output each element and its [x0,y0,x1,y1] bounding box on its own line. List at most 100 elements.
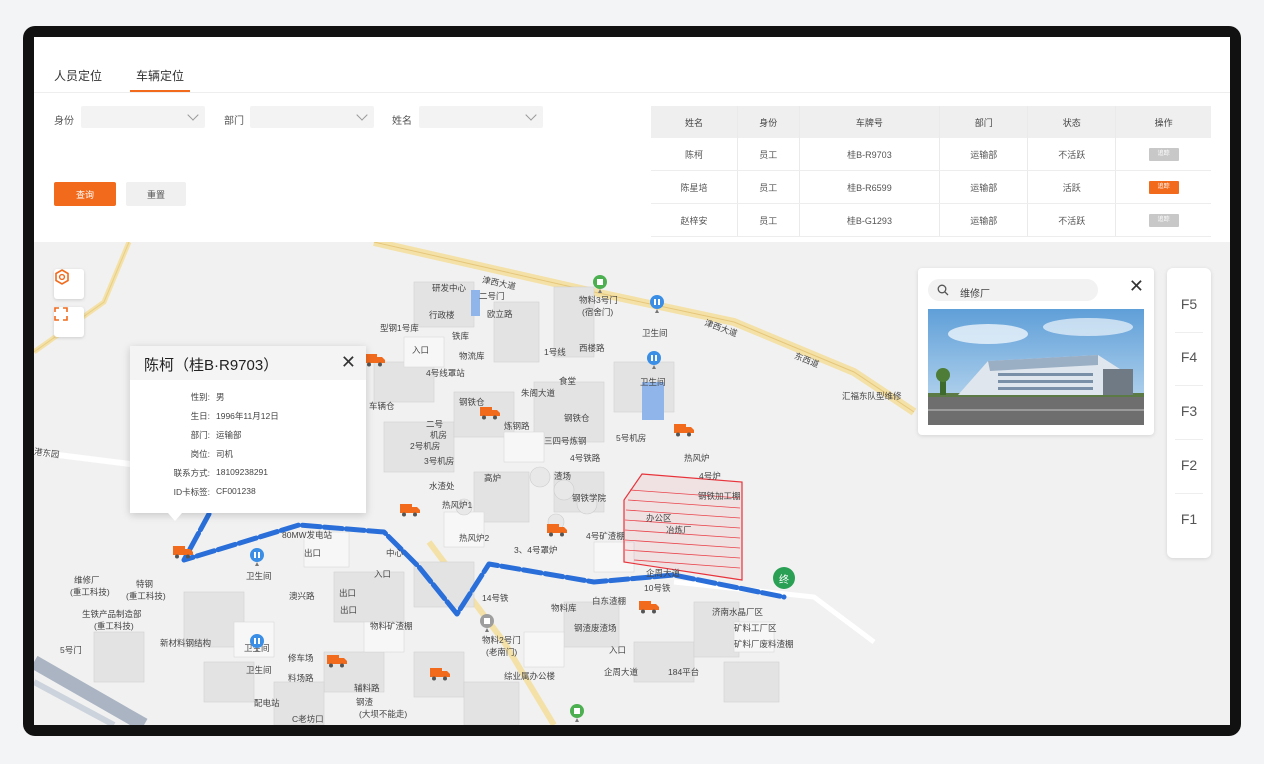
truck-icon[interactable] [400,502,420,517]
map-label: (大坝不能走) [359,709,408,719]
tab-bar: 人员定位 车辆定位 [34,37,1230,93]
map-label: 184平台 [668,667,700,677]
name-select[interactable] [419,106,543,128]
floor-divider [1175,332,1203,333]
map-label: 热风炉 [684,453,710,463]
floor-button-f2[interactable]: F2 [1167,457,1211,473]
map-label: 入口 [412,345,430,355]
truck-icon[interactable] [173,544,193,559]
map-label: 卫生间 [640,377,666,387]
map-label: (重工科技) [126,591,166,601]
map-label: 行政楼 [429,310,455,320]
gate-pin-icon[interactable] [592,275,608,293]
cell-name: 赵梓安 [651,203,738,237]
map-label: 钢铁学院 [572,493,607,503]
floor-button-f1[interactable]: F1 [1167,511,1211,527]
field-label: 岗位: [190,449,210,459]
location-search-input[interactable]: 维修厂 [928,279,1098,301]
floor-button-f5[interactable]: F5 [1167,296,1211,312]
map-label: 钢铁加工棚 [698,491,741,501]
track-button[interactable]: 追踪 [1148,181,1179,194]
truck-icon[interactable] [327,653,347,668]
chevron-down-icon [356,109,368,121]
column-header-department: 部门 [939,106,1029,138]
map-label: 矿料厂废料渣棚 [734,639,794,649]
map-label: 企周大道 [604,667,639,677]
restroom-pin-icon[interactable] [646,351,662,369]
cell-action: 追踪 [1115,203,1211,237]
close-icon[interactable]: ✕ [1129,277,1144,295]
tab-vehicle-location[interactable]: 车辆定位 [136,67,184,84]
cell-department: 运输部 [939,170,1029,204]
cell-status: 不活跃 [1027,138,1117,171]
restroom-pin-icon[interactable] [249,634,265,652]
floor-divider [1175,439,1203,440]
map-label: 生铁产品制造部 [82,609,142,619]
map-label: 企周大道 [646,568,681,578]
map-label: 渣场 [554,471,572,481]
truck-icon[interactable] [430,666,450,681]
map-label: 中心 [386,548,404,558]
vehicle-info-popup: 陈柯（桂B·R9703） ✕ 性别: 男 生日: 1996年11月12日 部门: 运输… [130,346,366,521]
map-label: 物料矿渣棚 [370,621,413,631]
cell-plate: 桂B-G1293 [799,203,941,237]
map-label: 钢渣 [356,697,374,707]
column-header-action: 操作 [1115,106,1211,138]
map-label: 1号线 [544,347,566,357]
close-icon[interactable]: ✕ [341,353,356,371]
table-row[interactable]: 赵梓安 员工 桂B-G1293 运输部 不活跃 追踪 [651,203,1211,237]
column-header-plate: 车牌号 [799,106,941,138]
gate-pin-icon[interactable] [569,704,585,722]
map-label: 欧立路 [487,309,513,319]
route-end-marker[interactable]: 终 [773,567,795,589]
map-label: 炼钢路 [504,421,530,431]
map-label: 物料3号门 [579,295,618,305]
map-label: 3号机房 [424,456,455,466]
map-label: 济南水晶厂区 [712,607,764,617]
map-label: 4号矿渣棚 [586,531,625,541]
floor-button-f3[interactable]: F3 [1167,403,1211,419]
map-label: 澳兴路 [289,591,315,601]
map-label: 车辆仓 [369,401,395,411]
cell-status: 活跃 [1027,170,1117,204]
reset-button[interactable]: 重置 [126,182,186,206]
table-row[interactable]: 陈柯 员工 桂B-R9703 运输部 不活跃 追踪 [651,138,1211,171]
floor-selector: F5 F4 F3 F2 F1 [1167,268,1211,558]
restroom-pin-icon[interactable] [649,295,665,313]
column-header-name: 姓名 [651,106,738,138]
truck-icon[interactable] [365,352,385,367]
map-label: 物料库 [551,603,577,613]
cell-identity: 员工 [737,203,800,237]
map-label: 西楼路 [579,343,605,353]
tab-personnel-location[interactable]: 人员定位 [54,67,102,84]
fullscreen-button[interactable] [54,307,84,337]
cell-name: 陈柯 [651,138,738,171]
truck-icon[interactable] [674,422,694,437]
cell-identity: 员工 [737,138,800,171]
map-label: 机房 [430,430,448,440]
truck-icon[interactable] [480,405,500,420]
map-label: 水渣处 [429,481,455,491]
department-select[interactable] [250,106,374,128]
truck-icon[interactable] [547,522,567,537]
map-label: 4号炉 [699,471,721,481]
query-button[interactable]: 查询 [54,182,116,206]
gate-pin-icon[interactable] [479,614,495,632]
identity-select[interactable] [81,106,205,128]
map-label: 出口 [304,548,322,558]
restroom-pin-icon[interactable] [249,548,265,566]
field-label: 性别: [190,392,210,402]
map-label: 辅料路 [354,683,380,693]
layer-toggle-button[interactable] [54,269,84,299]
truck-icon[interactable] [639,599,659,614]
floor-button-f4[interactable]: F4 [1167,349,1211,365]
map-label: 14号铁 [482,593,509,603]
map-label: (宿舍门) [582,307,614,317]
map-label: 出口 [340,605,358,615]
table-row[interactable]: 陈星培 员工 桂B-R6599 运输部 活跃 追踪 [651,170,1211,204]
map-label: C老坊口 [292,714,324,724]
map-label: 5号机房 [616,433,647,443]
track-button[interactable]: 追踪 [1148,214,1179,227]
track-button[interactable]: 追踪 [1148,148,1179,161]
cell-plate: 桂B-R9703 [799,138,941,171]
